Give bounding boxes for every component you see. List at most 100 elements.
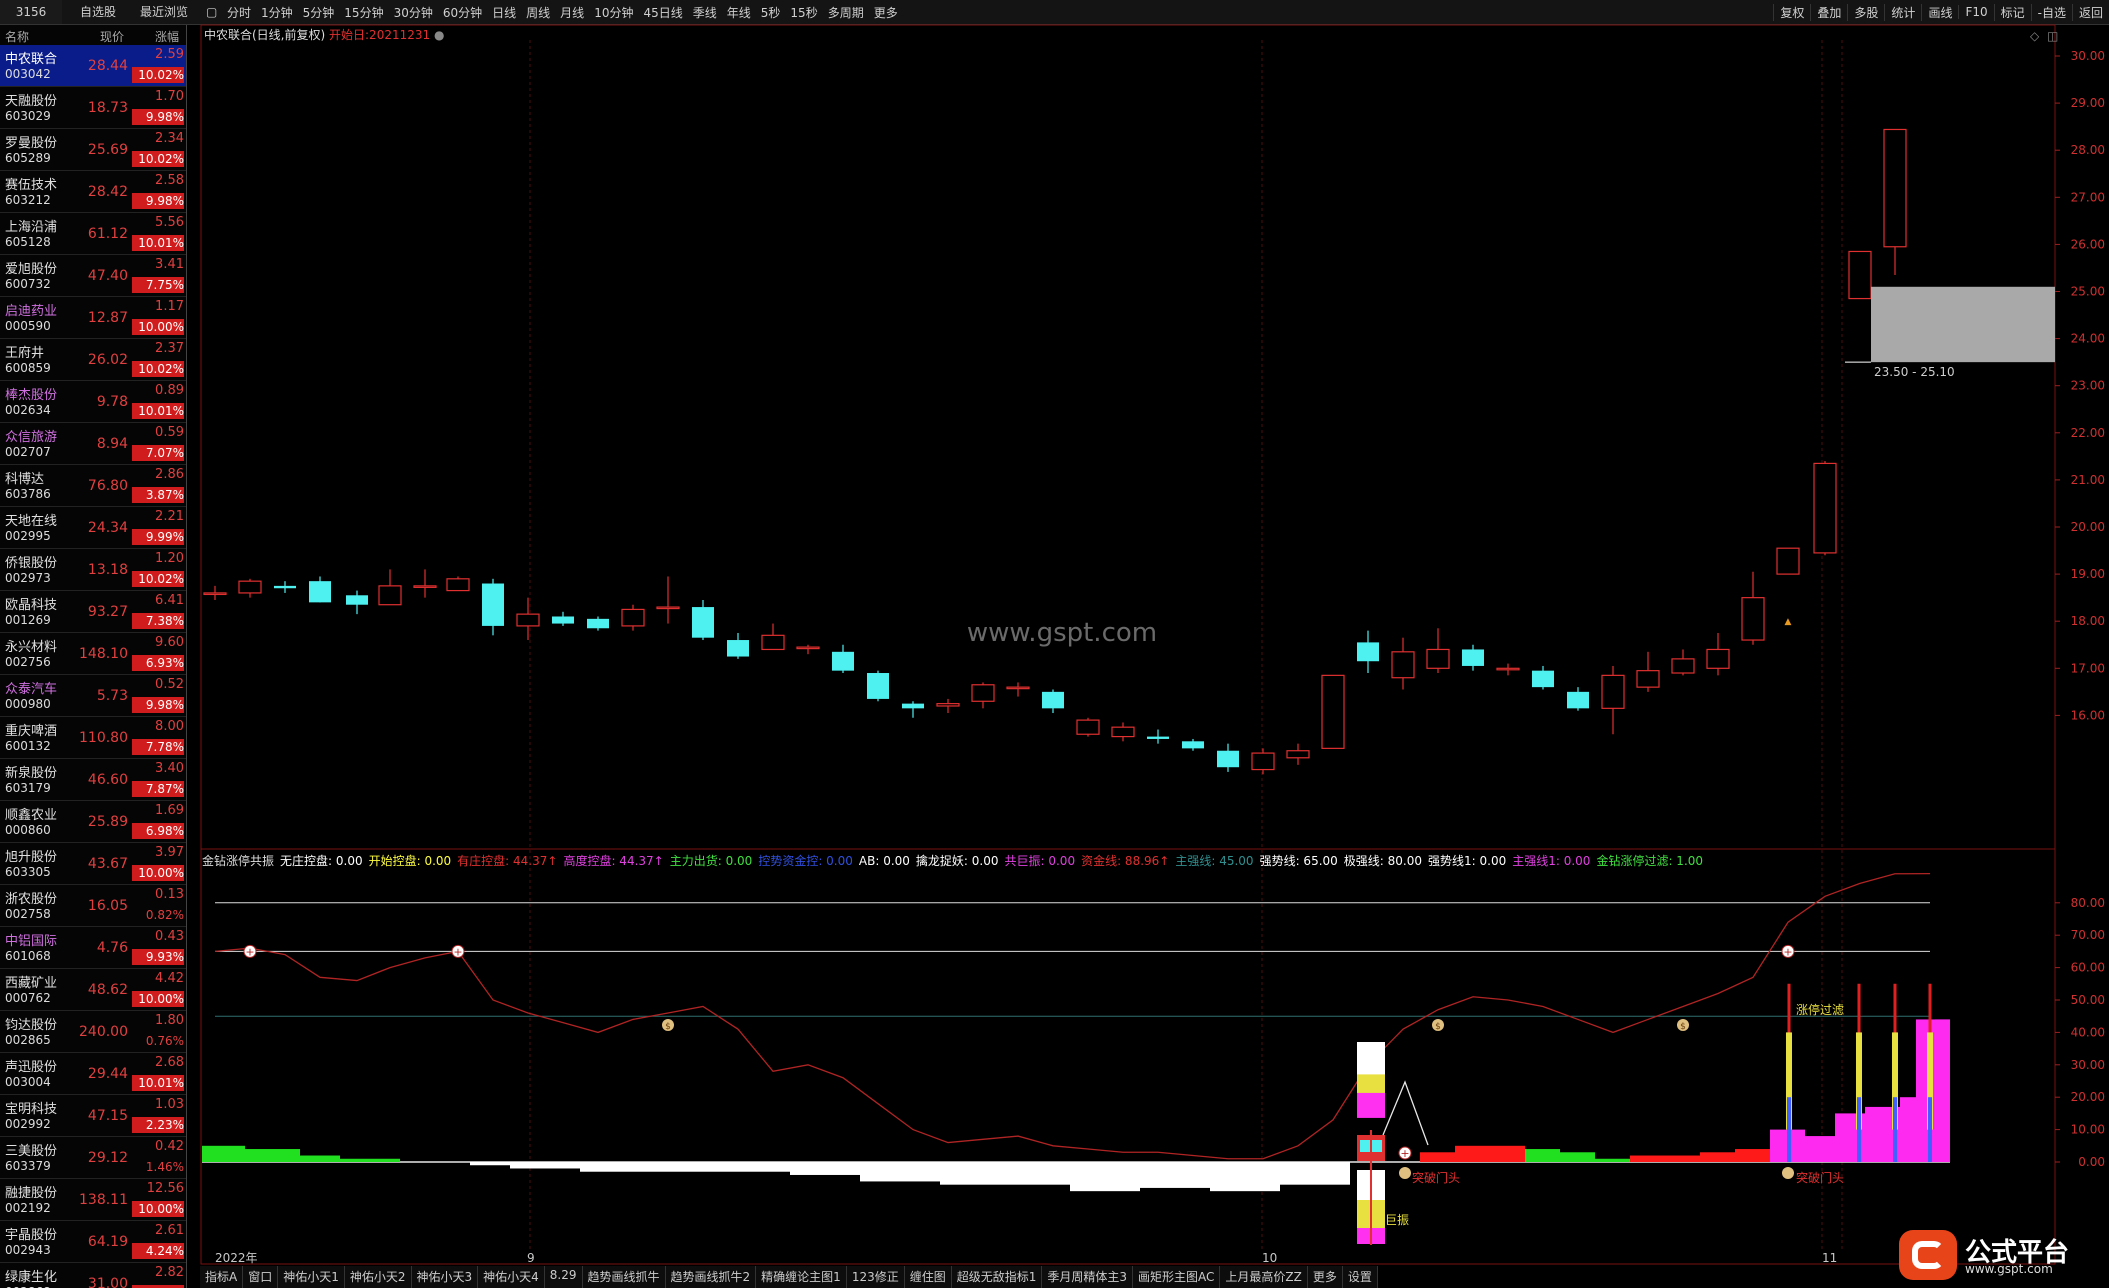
diamond-icon: ◇ [2030, 29, 2040, 43]
x-label-3: 11 [1822, 1251, 1837, 1265]
money-bag-glyph: $ [1435, 1022, 1441, 1032]
indicator-tab-7[interactable]: 趋势画线抓牛 [583, 1266, 666, 1288]
x-label-2: 10 [1262, 1251, 1277, 1265]
indicator-tabs: 指标A 窗口 神佑小天1 神佑小天2 神佑小天3 神佑小天4 8.29 趋势画线抓牛 趋势画线抓… [200, 1266, 1378, 1288]
price-label: 17.00 [2071, 661, 2105, 675]
limit-signal-blue [1928, 1097, 1932, 1162]
magenta-bar [1805, 1136, 1835, 1162]
indicator-tab-2[interactable]: 神佑小天1 [278, 1266, 345, 1288]
indicator-tab-5[interactable]: 神佑小天4 [478, 1266, 545, 1288]
signal-bar [1735, 1149, 1770, 1162]
indicator-value-1: 无庄控盘: 0.00 [280, 854, 363, 868]
indicator-tab-11[interactable]: 缠住图 [905, 1266, 952, 1288]
signal-bar [1455, 1145, 1525, 1162]
candle-body [936, 703, 960, 707]
green-bar [300, 1155, 340, 1162]
limit-signal-blue [1893, 1097, 1897, 1162]
signal-bar [1525, 1149, 1560, 1162]
indicator-tab-9[interactable]: 精确缠论主图1 [756, 1266, 847, 1288]
white-bar [720, 1162, 790, 1172]
target-range-box [1871, 286, 2055, 363]
white-bar [1280, 1162, 1350, 1185]
green-bar [340, 1158, 400, 1162]
candle-body [971, 684, 995, 702]
main-frame [200, 24, 2056, 850]
money-bag-glyph: $ [665, 1022, 671, 1032]
plus-icon: + [453, 945, 462, 958]
indicator-tab-10[interactable]: 123修正 [847, 1266, 905, 1288]
candle-body [1741, 597, 1765, 641]
gspt-logo: 公式平台 www.gspt.com [1899, 1228, 2099, 1282]
indicator-tab-15[interactable]: 上月最高价ZZ [1220, 1266, 1308, 1288]
money-bag-icon [1399, 1167, 1411, 1179]
indicator-frame [200, 848, 2056, 1265]
candle-body [1357, 642, 1379, 662]
kline-chart[interactable]: 30.00 29.00 28.00 27.00 26.00 25.00 24.00 23.00… [0, 0, 2109, 1288]
candle-body [1286, 750, 1310, 759]
white-bar [650, 1162, 720, 1172]
candle-body [552, 616, 574, 624]
signal-bar [1630, 1155, 1700, 1162]
indicator-tab-3[interactable]: 神佑小天2 [345, 1266, 412, 1288]
green-bar [202, 1145, 245, 1162]
signal-bar [1420, 1152, 1455, 1162]
candle-body [1601, 674, 1625, 709]
candle-body [1532, 670, 1554, 688]
indicator-value-9: 共巨振: 0.00 [1004, 854, 1076, 868]
price-label: 16.00 [2071, 708, 2105, 722]
logo-mark-icon [1899, 1230, 1957, 1280]
candle-body [692, 607, 714, 638]
candle-body [727, 640, 749, 657]
candle-body [516, 613, 540, 627]
indicator-value-0: 金钻涨停共振 [202, 854, 275, 868]
indicator-value-6: 控势资金控: 0.00 [758, 854, 853, 868]
signal-bar [1700, 1152, 1735, 1162]
signal-bar [1560, 1152, 1595, 1162]
indicator-value-5: 主力出货: 0.00 [669, 854, 753, 868]
candle-body [1848, 250, 1872, 300]
candle-body [1042, 691, 1064, 709]
candle-body [238, 580, 262, 594]
candle-body [867, 673, 889, 699]
green-bar [245, 1149, 300, 1162]
plus-icon: + [1783, 945, 1792, 958]
indicator-tab-14[interactable]: 画矩形主图AC [1133, 1266, 1221, 1288]
candle-body [1671, 658, 1695, 674]
indicator-tab-6[interactable]: 8.29 [545, 1266, 583, 1288]
money-bag-icon [1782, 1167, 1794, 1179]
indicator-value-3: 有庄控盘: 44.37↑ [457, 854, 558, 868]
indicator-value-2: 开始控盘: 0.00 [368, 854, 452, 868]
indicator-title: 金钻涨停共振 无庄控盘: 0.00 开始控盘: 0.00 有庄控盘: 44.37↑ 高度… [202, 852, 1709, 869]
breakout-label-1: 突破门头 [1412, 1170, 1460, 1185]
plus-icon: + [245, 945, 254, 958]
limit-signal-blue [1857, 1097, 1861, 1162]
white-bar [1210, 1162, 1280, 1192]
indicator-tab-0[interactable]: 指标A [200, 1266, 244, 1288]
indicator-tab-12[interactable]: 超级无敌指标1 [952, 1266, 1043, 1288]
ind-axis-label: 50.00 [2071, 993, 2105, 1007]
indicator-tab-13[interactable]: 季月周精体主3 [1042, 1266, 1134, 1288]
candle-body [1182, 741, 1204, 749]
price-label: 27.00 [2071, 190, 2105, 204]
price-label: 23.00 [2071, 379, 2105, 393]
white-bar [1000, 1162, 1070, 1185]
window-icon: ◫ [2047, 29, 2058, 43]
candle-body [1776, 547, 1800, 575]
indicator-tab-16[interactable]: 更多 [1308, 1266, 1343, 1288]
indicator-tab-17[interactable]: 设置 [1343, 1266, 1378, 1288]
indicator-tab-1[interactable]: 窗口 [243, 1266, 279, 1288]
indicator-value-7: AB: 0.00 [858, 854, 910, 868]
candle-body [1111, 726, 1135, 738]
candle-body [1217, 750, 1239, 768]
candle-body [1391, 651, 1415, 679]
candle-body [413, 585, 437, 588]
x-label-1: 9 [527, 1251, 535, 1265]
candle-body [1883, 128, 1907, 248]
indicator-tab-8[interactable]: 趋势画线抓牛2 [666, 1266, 757, 1288]
indicator-tab-4[interactable]: 神佑小天3 [412, 1266, 479, 1288]
price-label: 24.00 [2071, 332, 2105, 346]
ind-axis-label: 20.00 [2071, 1090, 2105, 1104]
indicator-value-16: 金钻涨停过滤: 1.00 [1596, 854, 1704, 868]
price-label: 21.00 [2071, 473, 2105, 487]
candle-body [1567, 691, 1589, 709]
